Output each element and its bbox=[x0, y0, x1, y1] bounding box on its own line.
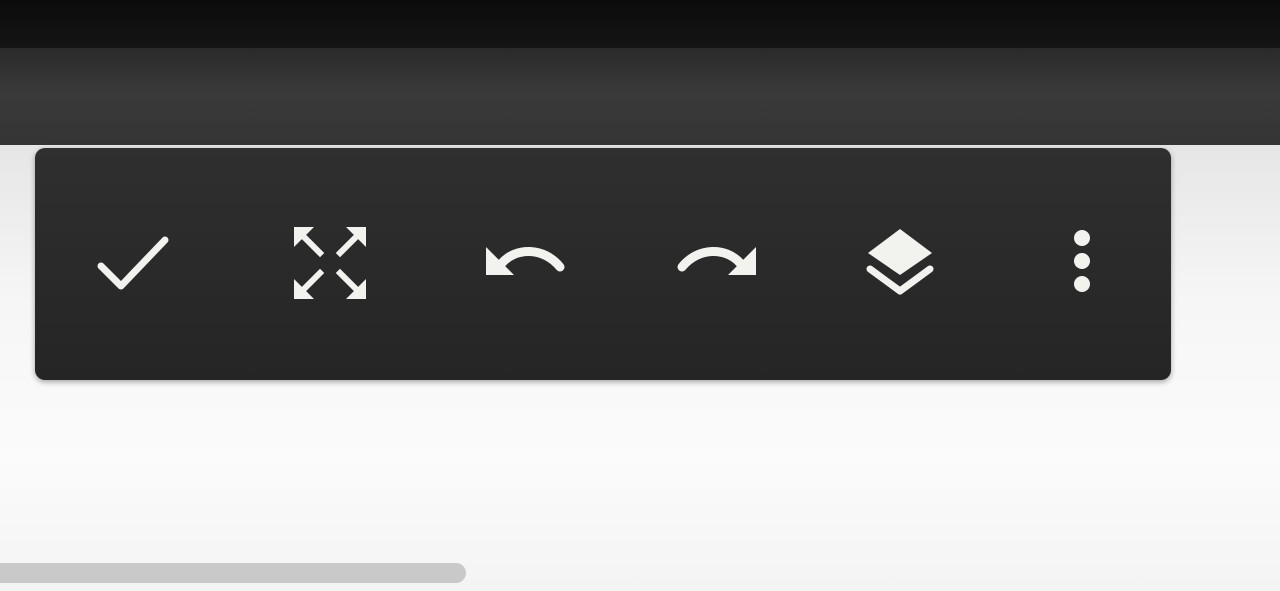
screen bbox=[0, 0, 1280, 591]
checkmark-icon bbox=[97, 236, 169, 290]
more-options-button[interactable] bbox=[1022, 188, 1142, 338]
floating-toolbar bbox=[35, 148, 1171, 380]
expand-arrows-icon bbox=[294, 227, 366, 299]
confirm-button[interactable] bbox=[73, 188, 193, 338]
redo-button[interactable] bbox=[657, 188, 777, 338]
app-bar bbox=[0, 48, 1280, 160]
more-vertical-icon bbox=[1074, 230, 1090, 292]
fullscreen-button[interactable] bbox=[270, 188, 390, 338]
layers-button[interactable] bbox=[840, 188, 960, 338]
redo-icon bbox=[677, 247, 756, 275]
undo-button[interactable] bbox=[465, 188, 585, 338]
horizontal-scrollbar-thumb[interactable] bbox=[0, 563, 466, 583]
layers-icon bbox=[866, 229, 934, 295]
undo-icon bbox=[486, 247, 565, 275]
